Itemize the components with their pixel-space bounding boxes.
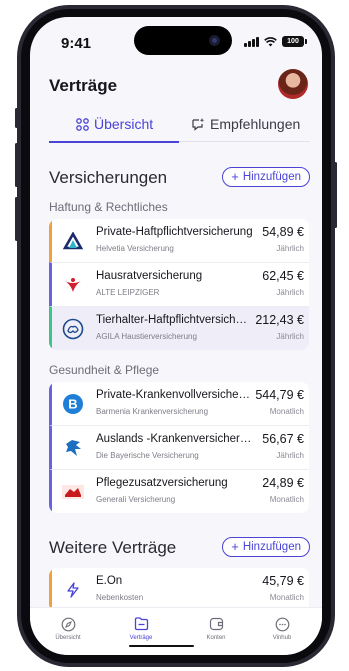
payment-frequency: Monatlich: [269, 407, 304, 416]
contract-price: 24,89 €: [262, 476, 304, 490]
contract-name: Private-Krankenvollversicheru…: [96, 389, 253, 401]
agila-logo-icon: [62, 318, 84, 340]
other-contracts-card: E.On Nebenkosten 45,79 € Monatlich: [49, 568, 309, 612]
contract-price: 56,67 €: [262, 432, 304, 446]
home-indicator: [129, 645, 194, 647]
payment-frequency: Jährlich: [276, 244, 304, 253]
tab-recommendations[interactable]: Empfehlungen: [191, 116, 300, 132]
lightning-icon: [62, 579, 84, 601]
list-item[interactable]: Tierhalter-Haftpflichtversicher… AGILA H…: [49, 306, 309, 350]
nav-contracts[interactable]: Verträge: [111, 616, 171, 641]
battery-icon: 100: [282, 36, 307, 47]
add-contract-label: Hinzufügen: [242, 541, 301, 553]
compass-icon: [60, 616, 76, 632]
volume-up-button: [15, 143, 18, 187]
svg-text:B: B: [68, 397, 77, 412]
nav-accounts[interactable]: Konten: [186, 616, 246, 641]
status-time: 9:41: [61, 35, 92, 52]
payment-frequency: Monatlich: [269, 495, 304, 504]
insurance-heading: Versicherungen: [49, 168, 168, 187]
add-insurance-label: Hinzufügen: [242, 171, 301, 183]
contract-price: 62,45 €: [262, 269, 304, 283]
insurer-name: Barmenia Krankenversicherung: [96, 407, 209, 416]
contract-price: 54,89 €: [262, 225, 304, 239]
nav-accounts-label: Konten: [206, 635, 226, 641]
liability-card: Private-Haftpflichtversicherung Helvetia…: [49, 219, 309, 350]
add-insurance-button[interactable]: + Hinzufügen: [222, 167, 310, 187]
contract-name: Private-Haftpflichtversicherung: [96, 226, 253, 238]
plus-icon: +: [231, 539, 239, 554]
nav-vinhub-label: Vinhub: [272, 635, 292, 641]
insurer-name: AGILA Haustierversicherung: [96, 332, 197, 341]
helvetia-logo-icon: [62, 230, 84, 252]
tab-divider: [179, 141, 310, 142]
alte-leipziger-logo-icon: [62, 274, 84, 296]
status-icons: 100: [244, 36, 307, 47]
barmenia-logo-icon: B: [62, 393, 84, 415]
list-item[interactable]: Private-Haftpflichtversicherung Helvetia…: [49, 219, 309, 262]
contract-name: Auslands -Krankenversicherung: [96, 433, 253, 445]
active-tab-indicator: [49, 141, 179, 143]
chat-sparkle-icon: [192, 118, 205, 131]
nav-vinhub[interactable]: Vinhub: [252, 616, 312, 641]
payment-frequency: Jährlich: [276, 451, 304, 460]
list-item[interactable]: Auslands -Krankenversicherung Die Bayeri…: [49, 425, 309, 469]
grid-icon: [76, 117, 89, 131]
other-contracts-heading: Weitere Verträge: [49, 538, 177, 557]
health-card: B Private-Krankenvollversicheru… Barmeni…: [49, 382, 309, 513]
nav-contracts-label: Verträge: [129, 635, 153, 641]
list-item[interactable]: Hausratversicherung ALTE LEIPZIGER 62,45…: [49, 262, 309, 306]
bottom-navigation: Übersicht Verträge Konten Vinhub: [30, 607, 322, 655]
insurer-name: Nebenkosten: [96, 593, 144, 602]
list-item[interactable]: Pflegezusatzversicherung Generali Versic…: [49, 469, 309, 513]
tab-overview[interactable]: Übersicht: [76, 116, 153, 132]
wifi-icon: [264, 36, 277, 46]
dynamic-island: [134, 26, 232, 55]
group-label-liability: Haftung & Rechtliches: [49, 200, 168, 214]
contract-name: Hausratversicherung: [96, 270, 203, 282]
list-item[interactable]: B Private-Krankenvollversicheru… Barmeni…: [49, 382, 309, 425]
plus-icon: +: [231, 169, 239, 184]
contract-name: E.On: [96, 575, 123, 587]
folder-icon: [133, 616, 149, 632]
contract-price: 544,79 €: [255, 388, 304, 402]
chat-icon: [274, 616, 290, 632]
nav-overview[interactable]: Übersicht: [38, 616, 98, 641]
insurer-name: ALTE LEIPZIGER: [96, 288, 160, 297]
app-screen: 9:41 100 Verträge Übersicht Empfehlungen…: [30, 17, 322, 655]
contract-price: 212,43 €: [255, 313, 304, 327]
mute-switch: [15, 108, 18, 128]
payment-frequency: Monatlich: [269, 593, 304, 602]
insurer-name: Generali Versicherung: [96, 495, 176, 504]
add-contract-button[interactable]: + Hinzufügen: [222, 537, 310, 557]
nav-overview-label: Übersicht: [55, 635, 81, 641]
payment-frequency: Jährlich: [276, 332, 304, 341]
group-label-health: Gesundheit & Pflege: [49, 363, 160, 377]
contract-name: Pflegezusatzversicherung: [96, 477, 228, 489]
volume-down-button: [15, 197, 18, 241]
wallet-icon: [208, 616, 224, 632]
tab-overview-label: Übersicht: [94, 116, 154, 132]
generali-logo-icon: [62, 481, 84, 503]
camera-icon: [209, 35, 220, 46]
signal-icon: [244, 36, 259, 47]
contract-price: 45,79 €: [262, 574, 304, 588]
page-title: Verträge: [49, 76, 118, 95]
tab-recommendations-label: Empfehlungen: [210, 116, 301, 132]
power-button: [334, 162, 337, 228]
avatar[interactable]: [278, 69, 308, 99]
insurer-name: Die Bayerische Versicherung: [96, 451, 199, 460]
list-item[interactable]: E.On Nebenkosten 45,79 € Monatlich: [49, 568, 309, 611]
insurer-name: Helvetia Versicherung: [96, 244, 174, 253]
payment-frequency: Jährlich: [276, 288, 304, 297]
bayerische-logo-icon: [62, 437, 84, 459]
contract-name: Tierhalter-Haftpflichtversicher…: [96, 314, 253, 326]
tab-bar: Übersicht Empfehlungen: [49, 116, 309, 142]
